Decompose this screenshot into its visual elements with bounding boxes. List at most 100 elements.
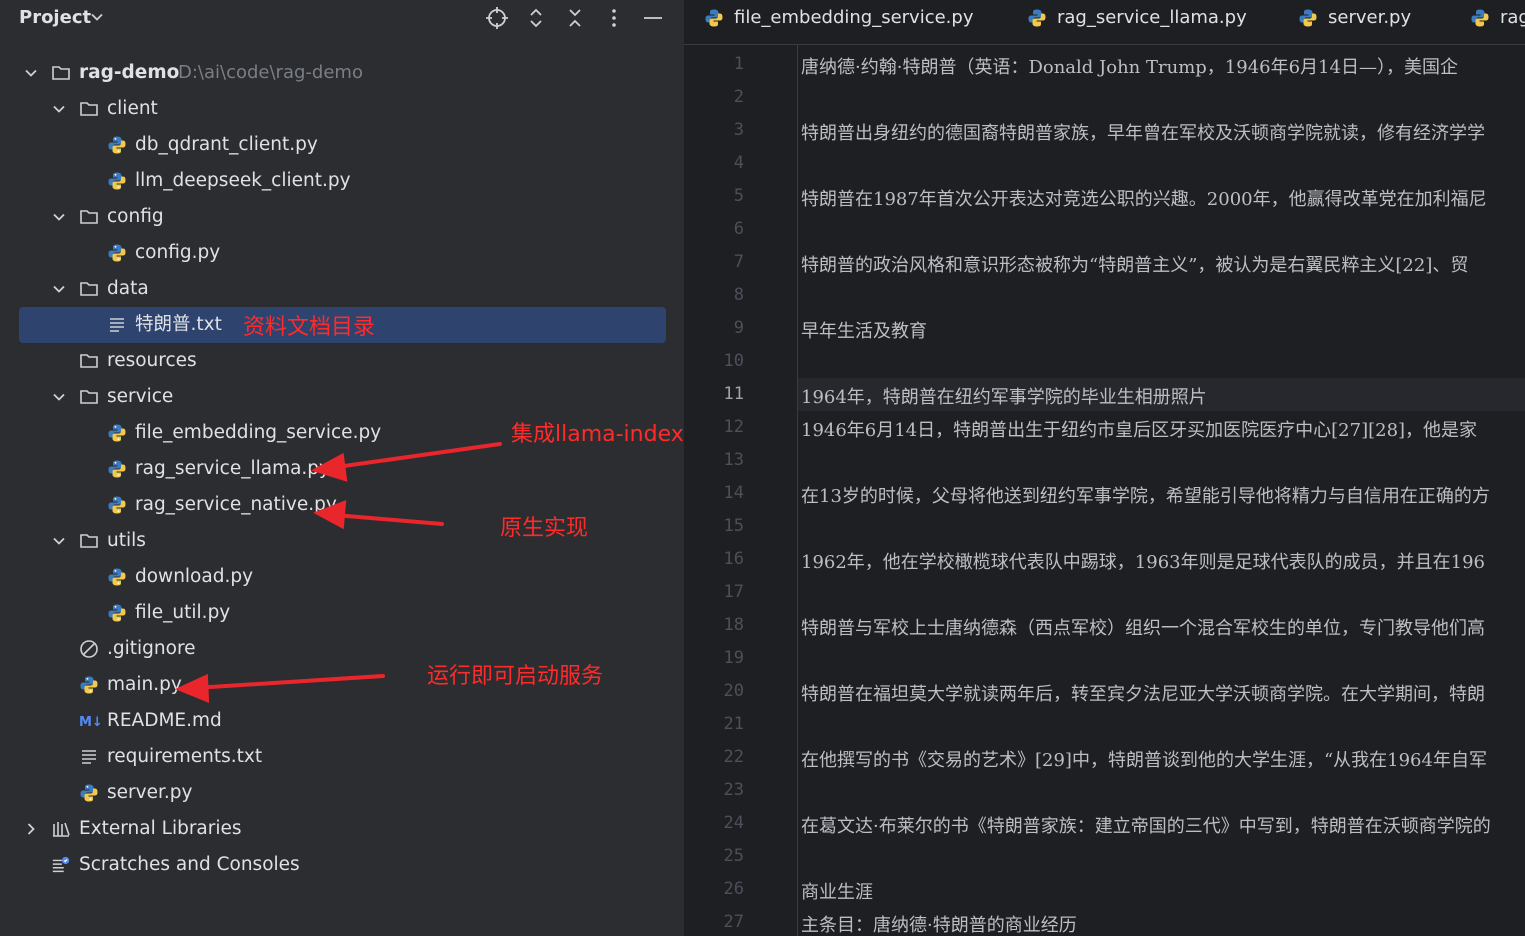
tree-item[interactable]: M↓ README.md [0,703,684,739]
tree-item-label: llm_deepseek_client.py [135,170,351,191]
code-line[interactable]: 特朗普在福坦莫大学就读两年后，转至宾夕法尼亚大学沃顿商学院。在大学期间，特朗 [801,680,1485,706]
chevron-down-icon[interactable] [52,102,66,116]
project-view-selector[interactable]: Project [19,7,91,28]
line-number: 20 [723,681,744,701]
python-file-icon [108,136,126,154]
annotation-llama: 集成llama-index的实现 [511,422,684,447]
chevron-down-icon[interactable] [52,210,66,224]
code-line[interactable]: 商业生涯 [801,878,873,904]
line-number: 5 [733,186,744,206]
line-number: 16 [723,549,744,569]
python-file-icon [108,496,126,514]
tree-item-label: utils [107,530,146,551]
tree-item-label: main.py [107,674,182,695]
tree-item[interactable]: Scratches and Consoles [0,847,684,883]
code-line[interactable]: 在他撰写的书《交易的艺术》[29]中，特朗普谈到他的大学生涯，“从我在1964年… [801,746,1487,772]
line-number: 21 [723,714,744,734]
tree-item[interactable]: server.py [0,775,684,811]
line-number: 3 [733,120,744,140]
tree-item[interactable]: config [0,199,684,235]
tree-root-path: D:\ai\code\rag-demo [178,62,363,83]
tree-item[interactable]: data [0,271,684,307]
chevron-down-icon[interactable] [52,390,66,404]
python-file-icon [705,9,723,27]
code-line[interactable]: 1962年，他在学校橄榄球代表队中踢球，1963年则是足球代表队的成员，并且在1… [801,548,1485,574]
editor-tab-label: rag_service_llama.py [1057,7,1247,28]
code-line[interactable]: 在葛文达·布莱尔的书《特朗普家族：建立帝国的三代》中写到，特朗普在沃顿商学院的 [801,812,1491,838]
code-line[interactable]: 唐纳德·约翰·特朗普（英语：Donald John Trump，1946年6月1… [801,53,1458,79]
code-line[interactable]: 特朗普在1987年首次公开表达对竞选公职的兴趣。2000年，他赢得改革党在加利福… [801,185,1487,211]
tree-item[interactable]: rag_service_llama.py [0,451,684,487]
line-number: 23 [723,780,744,800]
tree-item[interactable]: config.py [0,235,684,271]
tree-item[interactable]: resources [0,343,684,379]
line-number: 17 [723,582,744,602]
tree-item[interactable]: file_util.py [0,595,684,631]
editor-tab-label: rag [1500,7,1525,28]
chevron-right-icon[interactable] [24,822,38,836]
line-number: 15 [723,516,744,536]
code-line[interactable]: 在13岁的时候，父母将他送到纽约军事学院，希望能引导他将精力与自信用在正确的方 [801,482,1490,508]
tree-item-label: .gitignore [107,638,196,659]
tree-item[interactable]: requirements.txt [0,739,684,775]
code-line[interactable]: 特朗普的政治风格和意识形态被称为“特朗普主义”，被认为是右翼民粹主义[22]、贸 [801,251,1468,277]
folder-icon [52,66,70,80]
line-number: 7 [733,252,744,272]
tree-item-label: External Libraries [79,818,242,839]
tree-item[interactable]: llm_deepseek_client.py [0,163,684,199]
locate-file-icon[interactable] [485,6,509,30]
folder-icon [80,282,98,296]
python-file-icon [108,424,126,442]
tree-root-rag-demo[interactable]: rag-demo D:\ai\code\rag-demo [0,55,684,91]
tree-item-label: rag_service_llama.py [135,458,330,479]
tree-item-label: resources [107,350,197,371]
tree-item-label: README.md [107,710,222,731]
tree-item-label: config.py [135,242,221,263]
line-number: 19 [723,648,744,668]
code-line[interactable]: 早年生活及教育 [801,317,927,343]
code-line[interactable]: 1946年6月14日，特朗普出生于纽约市皇后区牙买加医院医疗中心[27][28]… [801,416,1477,442]
line-number: 18 [723,615,744,635]
chevron-down-icon[interactable] [24,66,38,80]
tree-item-label: file_embedding_service.py [135,422,382,443]
hide-panel-icon[interactable] [641,6,665,30]
chevron-down-icon[interactable] [52,534,66,548]
tree-item[interactable]: download.py [0,559,684,595]
tree-item-label: file_util.py [135,602,231,623]
line-number: 6 [733,219,744,239]
python-file-icon [80,784,98,802]
tree-item-label: data [107,278,149,299]
tree-item-label: rag_service_native.py [135,494,337,515]
tree-item[interactable]: client [0,91,684,127]
tree-item-label: 特朗普.txt [135,314,222,335]
code-line[interactable]: 特朗普与军校上士唐纳德森（西点军校）组织一个混合军校生的单位，专门教导他们高 [801,614,1485,640]
code-line[interactable]: 1964年，特朗普在纽约军事学院的毕业生相册照片 [801,383,1207,409]
project-panel-header: Project [0,0,684,36]
code-line[interactable]: 特朗普出身纽约的德国裔特朗普家族，早年曾在军校及沃顿商学院就读，修有经济学学 [801,119,1485,145]
editor-tab-label: server.py [1328,7,1412,28]
tree-item[interactable]: External Libraries [0,811,684,847]
chevron-down-icon[interactable] [52,282,66,296]
project-panel: Project rag-demo D:\ai\code\rag-demo clien… [0,0,684,936]
tree-item-label: Scratches and Consoles [79,854,300,875]
text-file-icon [110,318,124,332]
collapse-all-icon[interactable] [563,6,587,30]
code-line[interactable]: 主条目：唐纳德·特朗普的商业经历 [801,911,1077,936]
more-options-icon[interactable] [602,6,626,30]
line-number: 22 [723,747,744,767]
tree-item-label: requirements.txt [107,746,263,767]
tree-item-label: db_qdrant_client.py [135,134,318,155]
tree-item[interactable]: service [0,379,684,415]
expand-all-icon[interactable] [524,6,548,30]
tree-item-label: client [107,98,158,119]
line-number: 9 [733,318,744,338]
text-file-icon [82,750,96,764]
annotation-native: 原生实现 [500,516,589,541]
editor[interactable]: file_embedding_service.py rag_service_lla… [684,0,1525,936]
tree-item-label: server.py [107,782,193,803]
scratches-icon [52,856,70,873]
chevron-down-icon[interactable] [90,10,104,24]
tree-item[interactable]: db_qdrant_client.py [0,127,684,163]
python-file-icon [1028,9,1046,27]
line-number: 26 [723,879,744,899]
